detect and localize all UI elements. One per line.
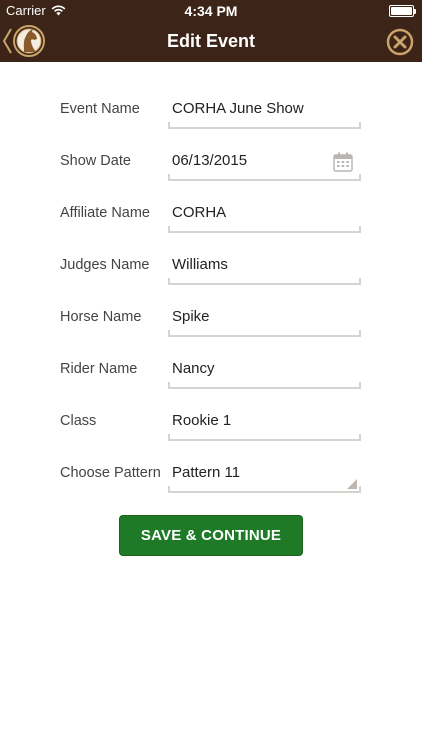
field-value: Pattern 11 — [172, 464, 241, 481]
close-circle-icon — [386, 28, 414, 56]
nav-bar: Edit Event — [0, 22, 422, 62]
status-time: 4:34 PM — [184, 3, 238, 19]
field-class: Class Rookie 1 — [0, 403, 422, 443]
save-continue-button[interactable]: SAVE & CONTINUE — [119, 515, 303, 556]
field-value: 06/13/2015 — [172, 152, 248, 169]
field-label: Class — [60, 413, 97, 429]
field-label: Show Date — [60, 153, 131, 169]
field-label: Rider Name — [60, 361, 138, 377]
field-affiliate-name: Affiliate Name CORHA — [0, 195, 422, 235]
field-label: Affiliate Name — [60, 205, 150, 221]
field-value: CORHA — [172, 204, 227, 221]
field-choose-pattern: Choose Pattern Pattern 11 — [0, 455, 422, 495]
field-horse-name: Horse Name Spike — [0, 299, 422, 339]
field-value: Spike — [172, 308, 210, 325]
field-label: Choose Pattern — [60, 465, 161, 481]
field-label: Event Name — [60, 101, 140, 117]
field-label: Judges Name — [60, 257, 150, 273]
status-bar: Carrier 4:34 PM — [0, 0, 422, 22]
close-button[interactable] — [386, 28, 414, 56]
field-value: Williams — [172, 256, 228, 273]
field-rider-name: Rider Name Nancy — [0, 351, 422, 391]
field-show-date: Show Date 06/13/2015 — [0, 143, 422, 183]
field-judges-name: Judges Name Williams — [0, 247, 422, 287]
field-value: CORHA June Show — [172, 100, 304, 117]
page-title: Edit Event — [166, 31, 255, 51]
calendar-icon[interactable] — [333, 152, 353, 172]
dropdown-corner-icon — [347, 479, 357, 489]
field-value: Nancy — [172, 360, 215, 377]
field-value: Rookie 1 — [172, 412, 232, 429]
field-event-name: Event Name CORHA June Show — [0, 91, 422, 131]
battery-icon — [389, 5, 416, 17]
field-label: Horse Name — [60, 309, 142, 325]
top-bar: Carrier 4:34 PM Edit Event — [0, 0, 422, 62]
